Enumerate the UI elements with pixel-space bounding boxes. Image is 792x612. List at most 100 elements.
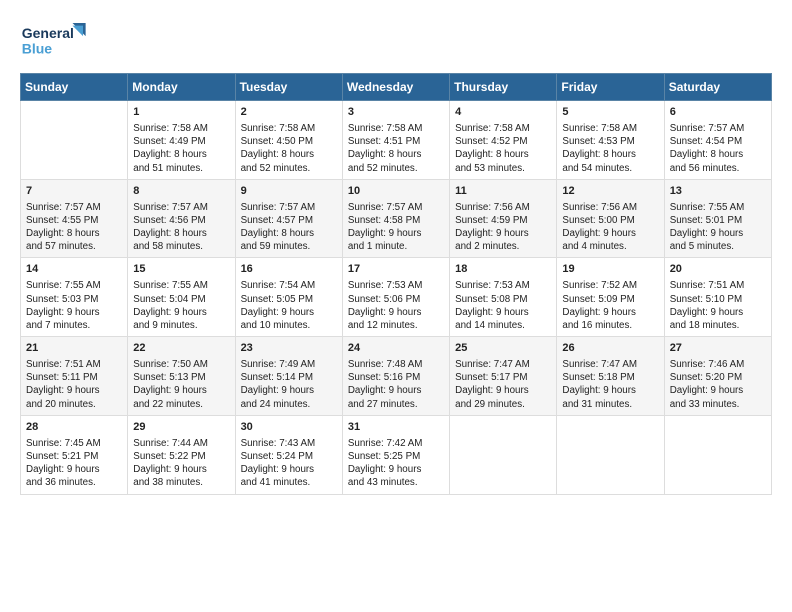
calendar-cell: 8Sunrise: 7:57 AM Sunset: 4:56 PM Daylig… [128, 179, 235, 258]
day-content: Sunrise: 7:45 AM Sunset: 5:21 PM Dayligh… [26, 437, 122, 490]
day-number: 21 [26, 341, 122, 356]
day-number: 17 [348, 262, 444, 277]
calendar-cell: 1 Sunrise: 7:58 AM Sunset: 4:49 PM Daylig… [128, 101, 235, 180]
calendar-cell: 21 Sunrise: 7:51 AM Sunset: 5:11 PM Dayli… [21, 337, 128, 416]
calendar-cell [450, 415, 557, 494]
day-number: 10 [348, 184, 444, 199]
day-number: 13 [670, 184, 766, 199]
day-number: 16 [241, 262, 337, 277]
calendar-cell: 4Sunrise: 7:58 AM Sunset: 4:52 PM Daylig… [450, 101, 557, 180]
day-content: Sunrise: 7:56 AM Sunset: 5:00 PM Dayligh… [562, 201, 658, 254]
day-number: 5 [562, 105, 658, 120]
day-content: Sunrise: 7:58 AM Sunset: 4:49 PM Dayligh… [133, 122, 229, 175]
day-content: Sunrise: 7:48 AM Sunset: 5:16 PM Dayligh… [348, 358, 444, 411]
day-content: Sunrise: 7:44 AM Sunset: 5:22 PM Dayligh… [133, 437, 229, 490]
day-content: Sunrise: 7:43 AM Sunset: 5:24 PM Dayligh… [241, 437, 337, 490]
logo-svg: General Blue [20, 18, 90, 63]
day-content: Sunrise: 7:55 AM Sunset: 5:03 PM Dayligh… [26, 279, 122, 332]
day-number: 27 [670, 341, 766, 356]
logo: General Blue [20, 18, 90, 63]
day-number: 24 [348, 341, 444, 356]
day-number: 18 [455, 262, 551, 277]
calendar-cell: 7 Sunrise: 7:57 AM Sunset: 4:55 PM Daylig… [21, 179, 128, 258]
day-content: Sunrise: 7:57 AM Sunset: 4:58 PM Dayligh… [348, 201, 444, 254]
day-content: Sunrise: 7:57 AM Sunset: 4:55 PM Dayligh… [26, 201, 122, 254]
day-content: Sunrise: 7:51 AM Sunset: 5:11 PM Dayligh… [26, 358, 122, 411]
day-content: Sunrise: 7:47 AM Sunset: 5:17 PM Dayligh… [455, 358, 551, 411]
day-content: Sunrise: 7:58 AM Sunset: 4:51 PM Dayligh… [348, 122, 444, 175]
day-content: Sunrise: 7:55 AM Sunset: 5:01 PM Dayligh… [670, 201, 766, 254]
day-number: 9 [241, 184, 337, 199]
week-row-2: 14 Sunrise: 7:55 AM Sunset: 5:03 PM Dayli… [21, 258, 772, 337]
day-content: Sunrise: 7:51 AM Sunset: 5:10 PM Dayligh… [670, 279, 766, 332]
day-content: Sunrise: 7:54 AM Sunset: 5:05 PM Dayligh… [241, 279, 337, 332]
week-row-4: 28 Sunrise: 7:45 AM Sunset: 5:21 PM Dayli… [21, 415, 772, 494]
weekday-header-sunday: Sunday [21, 74, 128, 101]
day-number: 1 [133, 105, 229, 120]
day-content: Sunrise: 7:53 AM Sunset: 5:06 PM Dayligh… [348, 279, 444, 332]
calendar-cell: 24 Sunrise: 7:48 AM Sunset: 5:16 PM Dayli… [342, 337, 449, 416]
day-content: Sunrise: 7:47 AM Sunset: 5:18 PM Dayligh… [562, 358, 658, 411]
day-number: 2 [241, 105, 337, 120]
calendar-cell: 30Sunrise: 7:43 AM Sunset: 5:24 PM Dayli… [235, 415, 342, 494]
calendar-cell: 9 Sunrise: 7:57 AM Sunset: 4:57 PM Daylig… [235, 179, 342, 258]
day-content: Sunrise: 7:57 AM Sunset: 4:57 PM Dayligh… [241, 201, 337, 254]
week-row-3: 21 Sunrise: 7:51 AM Sunset: 5:11 PM Dayli… [21, 337, 772, 416]
day-number: 7 [26, 184, 122, 199]
day-number: 12 [562, 184, 658, 199]
day-number: 19 [562, 262, 658, 277]
calendar-cell: 26 Sunrise: 7:47 AM Sunset: 5:18 PM Dayli… [557, 337, 664, 416]
day-number: 3 [348, 105, 444, 120]
day-content: Sunrise: 7:46 AM Sunset: 5:20 PM Dayligh… [670, 358, 766, 411]
weekday-header-friday: Friday [557, 74, 664, 101]
calendar-cell: 29Sunrise: 7:44 AM Sunset: 5:22 PM Dayli… [128, 415, 235, 494]
weekday-header-thursday: Thursday [450, 74, 557, 101]
weekday-header-tuesday: Tuesday [235, 74, 342, 101]
day-number: 23 [241, 341, 337, 356]
day-number: 26 [562, 341, 658, 356]
day-number: 11 [455, 184, 551, 199]
day-content: Sunrise: 7:56 AM Sunset: 4:59 PM Dayligh… [455, 201, 551, 254]
day-number: 25 [455, 341, 551, 356]
week-row-0: 1 Sunrise: 7:58 AM Sunset: 4:49 PM Daylig… [21, 101, 772, 180]
calendar-cell: 11 Sunrise: 7:56 AM Sunset: 4:59 PM Dayli… [450, 179, 557, 258]
day-content: Sunrise: 7:57 AM Sunset: 4:54 PM Dayligh… [670, 122, 766, 175]
calendar-cell: 25 Sunrise: 7:47 AM Sunset: 5:17 PM Dayli… [450, 337, 557, 416]
day-content: Sunrise: 7:58 AM Sunset: 4:53 PM Dayligh… [562, 122, 658, 175]
calendar-cell [557, 415, 664, 494]
day-number: 22 [133, 341, 229, 356]
header: General Blue [20, 18, 772, 63]
calendar-cell: 23 Sunrise: 7:49 AM Sunset: 5:14 PM Dayli… [235, 337, 342, 416]
day-number: 20 [670, 262, 766, 277]
day-number: 28 [26, 420, 122, 435]
calendar-cell: 20 Sunrise: 7:51 AM Sunset: 5:10 PM Dayli… [664, 258, 771, 337]
calendar-container: General Blue SundayMondayTuesdayWednesda… [0, 0, 792, 612]
calendar-table: SundayMondayTuesdayWednesdayThursdayFrid… [20, 73, 772, 495]
svg-text:General: General [22, 25, 74, 41]
day-number: 6 [670, 105, 766, 120]
calendar-cell: 28 Sunrise: 7:45 AM Sunset: 5:21 PM Dayli… [21, 415, 128, 494]
calendar-cell: 5 Sunrise: 7:58 AM Sunset: 4:53 PM Daylig… [557, 101, 664, 180]
weekday-header-wednesday: Wednesday [342, 74, 449, 101]
day-number: 31 [348, 420, 444, 435]
day-content: Sunrise: 7:53 AM Sunset: 5:08 PM Dayligh… [455, 279, 551, 332]
calendar-cell: 31Sunrise: 7:42 AM Sunset: 5:25 PM Dayli… [342, 415, 449, 494]
calendar-cell [21, 101, 128, 180]
day-content: Sunrise: 7:49 AM Sunset: 5:14 PM Dayligh… [241, 358, 337, 411]
day-number: 8 [133, 184, 229, 199]
calendar-cell: 27 Sunrise: 7:46 AM Sunset: 5:20 PM Dayli… [664, 337, 771, 416]
calendar-cell: 2 Sunrise: 7:58 AM Sunset: 4:50 PM Daylig… [235, 101, 342, 180]
calendar-cell: 14 Sunrise: 7:55 AM Sunset: 5:03 PM Dayli… [21, 258, 128, 337]
calendar-cell: 10 Sunrise: 7:57 AM Sunset: 4:58 PM Dayli… [342, 179, 449, 258]
weekday-header-saturday: Saturday [664, 74, 771, 101]
day-number: 14 [26, 262, 122, 277]
day-content: Sunrise: 7:50 AM Sunset: 5:13 PM Dayligh… [133, 358, 229, 411]
day-number: 4 [455, 105, 551, 120]
calendar-cell: 18 Sunrise: 7:53 AM Sunset: 5:08 PM Dayli… [450, 258, 557, 337]
calendar-cell: 17 Sunrise: 7:53 AM Sunset: 5:06 PM Dayli… [342, 258, 449, 337]
calendar-cell: 12 Sunrise: 7:56 AM Sunset: 5:00 PM Dayli… [557, 179, 664, 258]
calendar-cell: 15Sunrise: 7:55 AM Sunset: 5:04 PM Dayli… [128, 258, 235, 337]
day-content: Sunrise: 7:58 AM Sunset: 4:50 PM Dayligh… [241, 122, 337, 175]
calendar-cell: 19Sunrise: 7:52 AM Sunset: 5:09 PM Dayli… [557, 258, 664, 337]
calendar-cell: 6 Sunrise: 7:57 AM Sunset: 4:54 PM Daylig… [664, 101, 771, 180]
